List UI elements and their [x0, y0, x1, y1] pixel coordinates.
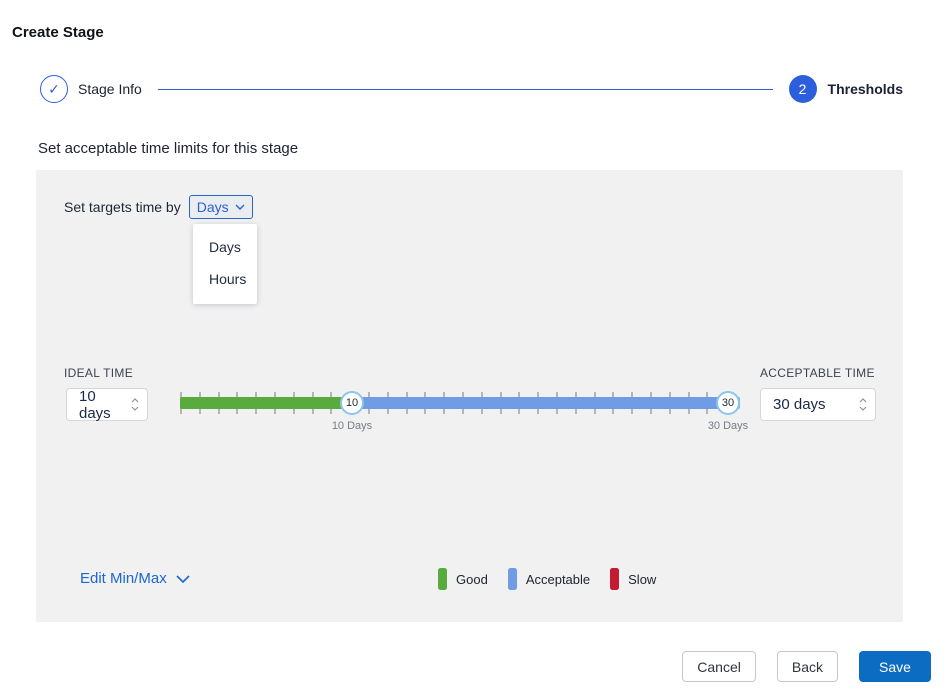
- slider-label-acceptable: 30 Days: [698, 420, 758, 432]
- back-button[interactable]: Back: [777, 651, 838, 682]
- unit-dropdown-trigger[interactable]: Days: [189, 195, 253, 219]
- ideal-time-stepper[interactable]: [131, 398, 139, 411]
- legend-item-acceptable: Acceptable: [508, 568, 590, 590]
- slider-handle-acceptable[interactable]: 30: [716, 391, 740, 415]
- legend-swatch-good: [438, 568, 447, 590]
- unit-selected-value: Days: [197, 199, 229, 215]
- chevron-up-icon: [859, 398, 867, 403]
- legend-item-good: Good: [438, 568, 488, 590]
- cancel-button[interactable]: Cancel: [682, 651, 756, 682]
- save-button[interactable]: Save: [859, 651, 931, 682]
- chevron-down-icon: [176, 575, 190, 583]
- slider-handle-ideal-value: 10: [346, 397, 358, 409]
- acceptable-time-label: ACCEPTABLE TIME: [760, 366, 875, 380]
- legend-label-slow: Slow: [628, 572, 656, 587]
- slider-segment-acceptable: [352, 397, 740, 409]
- thresholds-panel: Set targets time by Days Days Hours IDEA…: [36, 170, 903, 622]
- slider-handle-ideal[interactable]: 10: [340, 391, 364, 415]
- page-title: Create Stage: [12, 24, 104, 41]
- legend-swatch-acceptable: [508, 568, 517, 590]
- slider-handle-acceptable-value: 30: [722, 397, 734, 409]
- stepper-connector-line: [158, 89, 773, 90]
- ideal-time-label: IDEAL TIME: [64, 366, 133, 380]
- ideal-time-value: 10 days: [79, 388, 131, 422]
- edit-minmax-link[interactable]: Edit Min/Max: [80, 570, 190, 587]
- legend-label-acceptable: Acceptable: [526, 572, 590, 587]
- section-heading: Set acceptable time limits for this stag…: [38, 140, 298, 157]
- legend-label-good: Good: [456, 572, 488, 587]
- set-targets-row: Set targets time by Days: [64, 192, 253, 222]
- legend: Good Acceptable Slow: [438, 568, 656, 590]
- step-number: 2: [799, 81, 807, 97]
- chevron-down-icon: [235, 204, 245, 210]
- chevron-down-icon: [131, 406, 139, 411]
- ideal-time-input[interactable]: 10 days: [66, 388, 148, 421]
- unit-option-days[interactable]: Days: [193, 231, 257, 263]
- stepper: ✓ Stage Info 2 Thresholds: [40, 75, 903, 103]
- slider-label-ideal: 10 Days: [322, 420, 382, 432]
- step-thresholds-label: Thresholds: [828, 81, 903, 97]
- acceptable-time-input[interactable]: 30 days: [760, 388, 876, 421]
- legend-swatch-slow: [610, 568, 619, 590]
- legend-item-slow: Slow: [610, 568, 656, 590]
- footer-actions: Cancel Back Save: [682, 651, 931, 682]
- acceptable-time-value: 30 days: [773, 396, 826, 413]
- unit-option-hours[interactable]: Hours: [193, 263, 257, 295]
- check-icon: ✓: [48, 81, 60, 98]
- step-stage-info-label: Stage Info: [78, 81, 142, 97]
- unit-dropdown-menu: Days Hours: [193, 224, 257, 304]
- edit-minmax-label: Edit Min/Max: [80, 570, 167, 587]
- slider-segment-good: [180, 397, 352, 409]
- acceptable-time-stepper[interactable]: [859, 398, 867, 411]
- step-stage-info-circle[interactable]: ✓: [40, 75, 68, 103]
- chevron-down-icon: [859, 406, 867, 411]
- threshold-slider: 10 30 10 Days 30 Days: [180, 392, 740, 438]
- chevron-up-icon: [131, 398, 139, 403]
- set-targets-label: Set targets time by: [64, 199, 181, 215]
- step-thresholds-circle[interactable]: 2: [789, 75, 817, 103]
